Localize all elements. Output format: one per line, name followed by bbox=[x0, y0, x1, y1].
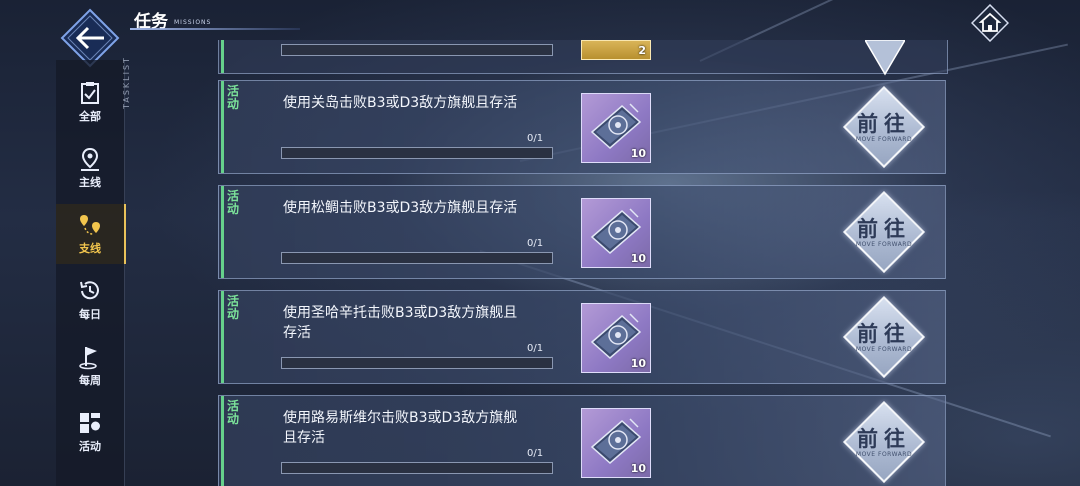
progress-bar bbox=[281, 147, 553, 159]
progress-count: 0/1 bbox=[527, 133, 544, 144]
back-button[interactable] bbox=[60, 8, 120, 68]
card-accent bbox=[221, 396, 224, 486]
grid-squares-icon bbox=[80, 413, 100, 433]
go-button[interactable]: 前往 MOVE FORWARD bbox=[842, 85, 926, 169]
task-description: 使用松鲷击败B3或D3敌方旗舰且存活 bbox=[283, 200, 518, 216]
reward-quantity: 10 bbox=[630, 147, 646, 160]
task-description: 使用路易斯维尔击败B3或D3敌方旗舰且存活 bbox=[283, 410, 518, 446]
clipboard-check-icon bbox=[81, 82, 99, 104]
page-subtitle: MISSIONS bbox=[174, 19, 212, 26]
progress-count: 0/1 bbox=[527, 238, 544, 249]
card-accent bbox=[221, 186, 224, 278]
sidebar-item-label: 全部 bbox=[79, 110, 101, 123]
card-accent bbox=[221, 291, 224, 383]
sidebar-item-label: 主线 bbox=[79, 176, 101, 189]
task-card: 活动 使用松鲷击败B3或D3敌方旗舰且存活 0/1 10 bbox=[218, 185, 946, 279]
sidebar-item-label: 支线 bbox=[79, 242, 101, 255]
task-card: 活动 使用路易斯维尔击败B3或D3敌方旗舰且存活 0/1 10 bbox=[218, 395, 946, 486]
reward-quantity: 10 bbox=[630, 357, 646, 370]
go-button[interactable]: 前往 MOVE FORWARD bbox=[842, 190, 926, 274]
progress-count: 0/1 bbox=[527, 343, 544, 354]
flag-icon bbox=[79, 347, 97, 370]
task-description: 使用关岛击败B3或D3敌方旗舰且存活 bbox=[283, 95, 518, 111]
sidebar-item-daily[interactable]: 每日 bbox=[56, 270, 124, 330]
sidebar-item-all[interactable]: 全部 bbox=[56, 72, 124, 132]
tasklist-side-label: TASKLIST bbox=[122, 48, 142, 128]
home-icon bbox=[970, 3, 1010, 43]
sidebar-item-side[interactable]: 支线 bbox=[56, 204, 126, 264]
progress-bar bbox=[281, 252, 553, 264]
sidebar-item-label: 活动 bbox=[79, 440, 101, 453]
go-button[interactable]: 前往 MOVE FORWARD bbox=[842, 400, 926, 484]
sidebar-item-weekly[interactable]: 每周 bbox=[56, 336, 124, 396]
progress-bar bbox=[281, 462, 553, 474]
task-description: 使用圣哈辛托击败B3或D3敌方旗舰且存活 bbox=[283, 305, 518, 341]
go-button-sublabel: MOVE FORWARD bbox=[855, 241, 913, 248]
sidebar-item-main[interactable]: 主线 bbox=[56, 138, 124, 198]
category-sidebar: 全部 主线 支线 每日 每周 活动 bbox=[56, 60, 126, 486]
event-tag: 活动 bbox=[227, 294, 240, 321]
sidebar-item-label: 每日 bbox=[79, 308, 101, 321]
reward-item[interactable]: 10 bbox=[581, 303, 651, 373]
sidebar-item-event[interactable]: 活动 bbox=[56, 402, 124, 462]
map-pin-icon bbox=[81, 147, 99, 171]
go-button-sublabel: MOVE FORWARD bbox=[855, 346, 913, 353]
go-button-label: 前往 bbox=[857, 322, 911, 346]
event-tag: 活动 bbox=[227, 84, 240, 111]
reward-quantity: 10 bbox=[630, 252, 646, 265]
sidebar-item-label: 每周 bbox=[79, 374, 101, 387]
history-clock-icon bbox=[80, 281, 99, 300]
go-button-sublabel: MOVE FORWARD bbox=[855, 451, 913, 458]
go-button-label: 前往 bbox=[857, 427, 911, 451]
go-button-label: 前往 bbox=[857, 112, 911, 136]
task-card: 活动 使用圣哈辛托击败B3或D3敌方旗舰且存活 0/1 10 bbox=[218, 290, 946, 384]
reward-item[interactable]: 10 bbox=[581, 408, 651, 478]
event-tag: 活动 bbox=[227, 189, 240, 216]
go-button[interactable]: 前往 MOVE FORWARD bbox=[842, 295, 926, 379]
progress-bar bbox=[281, 357, 553, 369]
go-button-label: 前往 bbox=[857, 217, 911, 241]
event-tag: 活动 bbox=[227, 399, 240, 426]
reward-item[interactable]: 10 bbox=[581, 93, 651, 163]
tasklist-text: TASKLIST bbox=[121, 56, 131, 109]
branch-pins-icon bbox=[80, 215, 100, 235]
card-accent bbox=[221, 81, 224, 173]
back-arrow-icon bbox=[60, 8, 120, 68]
title-underline bbox=[130, 28, 300, 30]
home-button[interactable] bbox=[970, 3, 1010, 43]
progress-count: 0/1 bbox=[527, 448, 544, 459]
task-list: 活动 使用关岛击败B3或D3敌方旗舰且存活 0/1 10 活动 使用松鲷击败B3… bbox=[218, 40, 948, 486]
reward-item[interactable]: 10 bbox=[581, 198, 651, 268]
go-button-sublabel: MOVE FORWARD bbox=[855, 136, 913, 143]
reward-quantity: 10 bbox=[630, 462, 646, 475]
task-card: 活动 使用关岛击败B3或D3敌方旗舰且存活 0/1 10 bbox=[218, 80, 946, 174]
